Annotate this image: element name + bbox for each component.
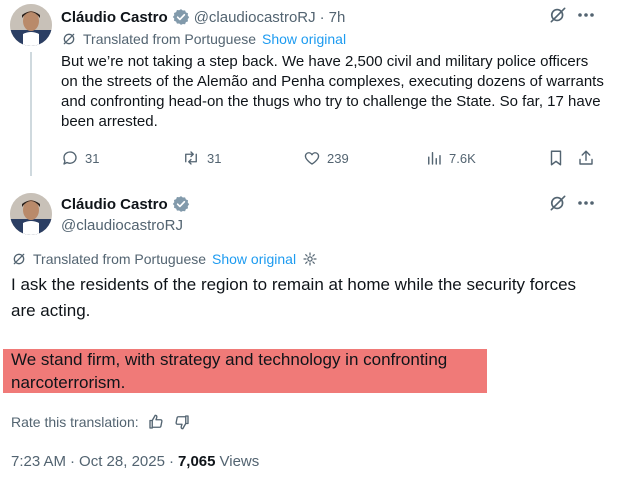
highlighted-text: We stand firm, with strategy and technol…: [11, 350, 448, 392]
translation-notice: Translated from Portuguese Show original: [61, 31, 346, 47]
tweet-age[interactable]: 7h: [329, 9, 346, 26]
avatar-image: [10, 4, 52, 46]
separator-dot: ·: [319, 8, 325, 26]
avatar[interactable]: [10, 4, 52, 46]
bookmark-icon[interactable]: [547, 149, 565, 167]
analytics-icon: [428, 152, 441, 165]
translation-notice: Translated from Portuguese Show original: [11, 251, 318, 267]
separator-dot: ·: [70, 453, 76, 470]
heart-icon: [304, 152, 320, 165]
translate-icon: [61, 31, 77, 47]
views-count: 7,065: [177, 453, 216, 470]
more-options-icon[interactable]: [576, 195, 596, 211]
repost-count: 31: [207, 150, 222, 166]
reply-button[interactable]: 31: [61, 149, 99, 167]
reply-icon: [63, 151, 77, 165]
view-count: 7.6K: [449, 150, 476, 166]
tweet-metadata: 7:23 AM · Oct 28, 2025 · 7,065 Views: [11, 453, 259, 470]
main-tweet-text: I ask the residents of the region to rem…: [11, 275, 577, 320]
tweet-date[interactable]: Oct 28, 2025: [79, 453, 165, 470]
author-handle[interactable]: @claudiocastroRJ: [194, 9, 316, 26]
author-handle[interactable]: @claudiocastroRJ: [61, 216, 183, 236]
author-name[interactable]: Cláudio Castro: [61, 196, 168, 213]
thumbs-up-icon[interactable]: [147, 413, 165, 431]
translate-icon: [11, 251, 27, 267]
verified-badge-icon[interactable]: [172, 8, 190, 26]
repost-button[interactable]: 31: [181, 149, 221, 167]
grok-icon[interactable]: [548, 193, 568, 213]
views-label: Views: [219, 453, 260, 470]
thread-line: [30, 52, 32, 176]
reply-tweet-text: But we’re not taking a step back. We hav…: [61, 53, 604, 130]
author-name[interactable]: Cláudio Castro: [61, 9, 168, 26]
grok-icon[interactable]: [548, 5, 568, 25]
repost-icon: [185, 151, 197, 165]
show-original-link[interactable]: Show original: [212, 251, 296, 267]
translated-label: Translated from Portuguese: [33, 251, 207, 267]
more-options-icon[interactable]: [576, 7, 596, 23]
reply-count: 31: [85, 150, 100, 166]
verified-badge-icon[interactable]: [172, 195, 190, 213]
avatar[interactable]: [10, 193, 52, 235]
like-count: 239: [327, 150, 349, 166]
tweet-time[interactable]: 7:23 AM: [11, 453, 66, 470]
settings-icon[interactable]: [302, 251, 318, 267]
rate-translation: Rate this translation:: [11, 413, 191, 431]
reply-tweet-header: Cláudio Castro @claudiocastroRJ · 7h: [61, 7, 345, 27]
separator-dot: ·: [168, 453, 174, 470]
translated-label: Translated from Portuguese: [83, 31, 257, 47]
show-original-link[interactable]: Show original: [262, 31, 346, 47]
avatar-image: [10, 193, 52, 235]
views-button[interactable]: 7.6K: [425, 149, 476, 167]
share-icon[interactable]: [577, 149, 595, 167]
rate-translation-label: Rate this translation:: [11, 414, 139, 430]
main-tweet-header: Cláudio Castro: [61, 194, 190, 214]
thumbs-down-icon[interactable]: [173, 413, 191, 431]
like-button[interactable]: 239: [303, 149, 349, 167]
